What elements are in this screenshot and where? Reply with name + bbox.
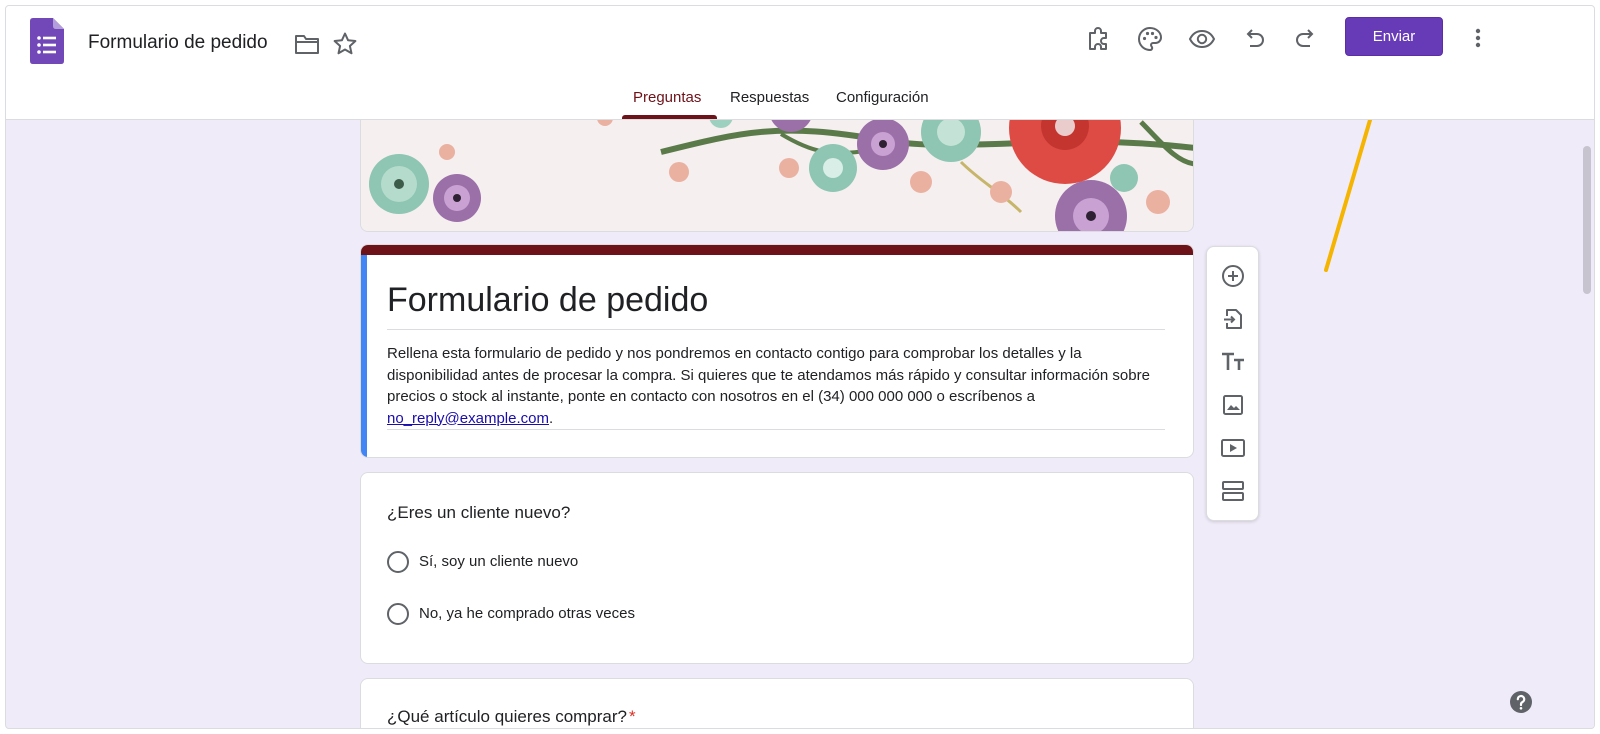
header: Formulario de pedido Enviar Preguntas Re… xyxy=(6,6,1594,120)
form-title-card[interactable]: Formulario de pedido Rellena esta formul… xyxy=(360,244,1194,458)
form-description[interactable]: Rellena esta formulario de pedido y nos … xyxy=(387,343,1167,429)
add-section-icon[interactable] xyxy=(1220,478,1246,504)
question-title: ¿Eres un cliente nuevo? xyxy=(387,503,571,522)
scrollbar-thumb[interactable] xyxy=(1583,146,1591,294)
question-card[interactable]: ¿Qué artículo quieres comprar? * xyxy=(360,678,1194,728)
star-icon[interactable] xyxy=(332,31,358,57)
required-asterisk: * xyxy=(629,707,636,726)
import-questions-icon[interactable] xyxy=(1220,306,1246,332)
radio-option[interactable]: No, ya he comprado otras veces xyxy=(387,603,687,627)
question-title: ¿Qué artículo quieres comprar? * xyxy=(387,707,636,727)
floral-header-image xyxy=(361,112,1193,231)
floating-toolbar xyxy=(1206,246,1259,521)
title-underline xyxy=(387,329,1165,330)
option-label: No, ya he comprado otras veces xyxy=(419,605,635,622)
description-underline xyxy=(387,429,1165,430)
add-image-icon[interactable] xyxy=(1220,392,1246,418)
add-video-icon[interactable] xyxy=(1220,435,1246,461)
send-button[interactable]: Enviar xyxy=(1345,17,1443,56)
folder-icon[interactable] xyxy=(294,33,320,55)
undo-icon[interactable] xyxy=(1240,25,1268,53)
document-title[interactable]: Formulario de pedido xyxy=(88,32,268,54)
radio-button[interactable] xyxy=(387,603,409,625)
email-link[interactable]: no_reply@example.com xyxy=(387,410,549,427)
question-title-text: ¿Qué artículo quieres comprar? xyxy=(387,707,627,726)
palette-icon[interactable] xyxy=(1136,25,1164,53)
puzzle-icon[interactable] xyxy=(1084,25,1112,53)
app-window: Formulario de pedido Enviar Preguntas Re… xyxy=(5,5,1595,729)
redo-icon[interactable] xyxy=(1292,25,1320,53)
form-editor: Formulario de pedido Rellena esta formul… xyxy=(6,112,1594,728)
add-title-icon[interactable] xyxy=(1220,349,1246,375)
add-question-icon[interactable] xyxy=(1220,263,1246,289)
theme-color-bar xyxy=(361,245,1193,255)
teal-flower-left xyxy=(369,154,429,214)
more-vert-icon[interactable] xyxy=(1466,24,1490,52)
radio-option[interactable]: Sí, soy un cliente nuevo xyxy=(387,551,627,575)
question-card[interactable]: ¿Eres un cliente nuevo? Sí, soy un clien… xyxy=(360,472,1194,664)
form-description-end: . xyxy=(548,409,554,427)
form-title[interactable]: Formulario de pedido xyxy=(387,281,708,320)
tab-respuestas[interactable]: Respuestas xyxy=(730,89,809,120)
form-description-text: Rellena esta formulario de pedido y nos … xyxy=(387,345,1150,405)
help-icon[interactable] xyxy=(1509,690,1533,714)
header-image xyxy=(360,112,1194,232)
active-tab-indicator xyxy=(622,115,717,119)
tab-configuracion[interactable]: Configuración xyxy=(836,89,929,120)
radio-button[interactable] xyxy=(387,551,409,573)
eye-icon[interactable] xyxy=(1188,25,1216,53)
forms-app-icon[interactable] xyxy=(30,18,64,64)
option-label: Sí, soy un cliente nuevo xyxy=(419,553,579,570)
selected-card-indicator xyxy=(361,255,367,457)
tab-bar: Preguntas Respuestas Configuración xyxy=(6,89,1594,120)
